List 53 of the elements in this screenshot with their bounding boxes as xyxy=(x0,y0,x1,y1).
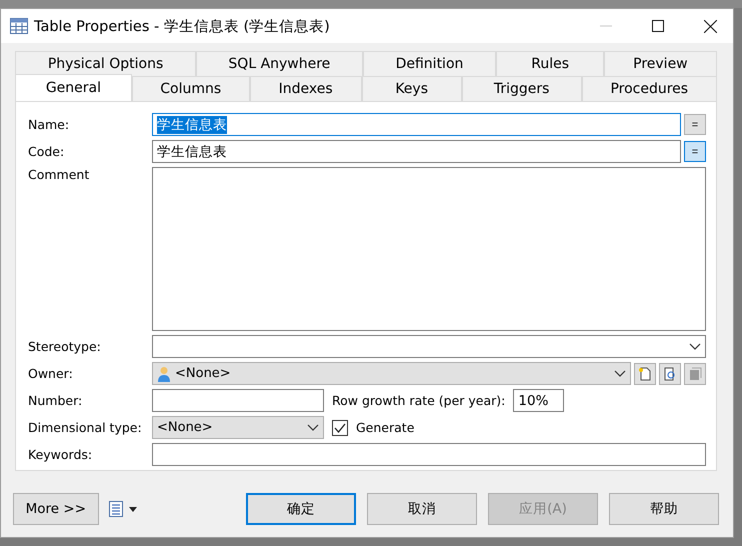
person-icon xyxy=(157,366,171,382)
field-label: Name: xyxy=(28,116,70,134)
new-document-icon xyxy=(638,366,652,380)
document-icon xyxy=(688,366,702,380)
checkbox[interactable] xyxy=(332,420,348,436)
tab[interactable]: Definition xyxy=(362,51,496,76)
chevron-down-icon xyxy=(689,342,701,350)
tab[interactable]: Keys xyxy=(362,76,462,101)
chevron-down-icon xyxy=(614,370,626,378)
input-field[interactable] xyxy=(152,389,324,412)
tab[interactable]: Columns xyxy=(132,76,250,101)
dialog-button[interactable]: 帮助 xyxy=(609,493,719,525)
equals-button[interactable]: = xyxy=(684,141,706,162)
list-icon xyxy=(108,501,123,517)
dialog-button[interactable]: 取消 xyxy=(367,493,477,525)
field-label: Dimensional type: xyxy=(28,419,143,437)
field-label: Row growth rate (per year): xyxy=(332,392,506,410)
field-label: Keywords: xyxy=(28,446,94,464)
field-label: Comment xyxy=(28,167,90,184)
dropdown[interactable] xyxy=(152,335,706,358)
tab[interactable]: General xyxy=(15,74,132,101)
input-field[interactable]: 10% xyxy=(513,389,564,412)
input-field[interactable]: 学生信息表 xyxy=(152,140,681,163)
field-label: Number: xyxy=(28,392,84,410)
document-magnifier-icon xyxy=(663,366,677,380)
tab[interactable]: Procedures xyxy=(582,76,717,101)
input-field[interactable] xyxy=(152,443,706,466)
dropdown[interactable]: <None> xyxy=(152,362,631,385)
input-field[interactable]: 学生信息表 xyxy=(152,113,681,136)
checkmark-icon xyxy=(334,422,346,432)
table-icon xyxy=(10,18,28,34)
field-label: Stereotype: xyxy=(28,338,102,356)
tab[interactable]: SQL Anywhere xyxy=(196,51,363,76)
new-button[interactable] xyxy=(634,362,656,384)
dropdown[interactable]: <None> xyxy=(152,416,324,439)
minimize-icon xyxy=(600,25,612,27)
field-label: Code: xyxy=(28,143,66,161)
chevron-down-icon xyxy=(307,424,319,432)
window-title: Table Properties - 学生信息表 (学生信息表) xyxy=(34,18,331,36)
checkbox-label: Generate xyxy=(356,419,414,437)
tab[interactable]: Rules xyxy=(496,51,604,76)
dialog-button[interactable]: 确定 xyxy=(246,493,356,525)
equals-button[interactable]: = xyxy=(684,114,706,135)
field-label: Owner: xyxy=(28,365,74,383)
dialog-button[interactable]: More >> xyxy=(13,493,99,525)
properties-button[interactable] xyxy=(659,362,681,384)
close-icon xyxy=(704,20,716,32)
tab[interactable]: Preview xyxy=(604,51,718,76)
tab[interactable]: Physical Options xyxy=(15,51,196,76)
tab[interactable]: Indexes xyxy=(250,76,362,101)
maximize-icon xyxy=(652,20,664,32)
caret-icon[interactable] xyxy=(128,506,137,512)
tab[interactable]: Triggers xyxy=(462,76,582,101)
